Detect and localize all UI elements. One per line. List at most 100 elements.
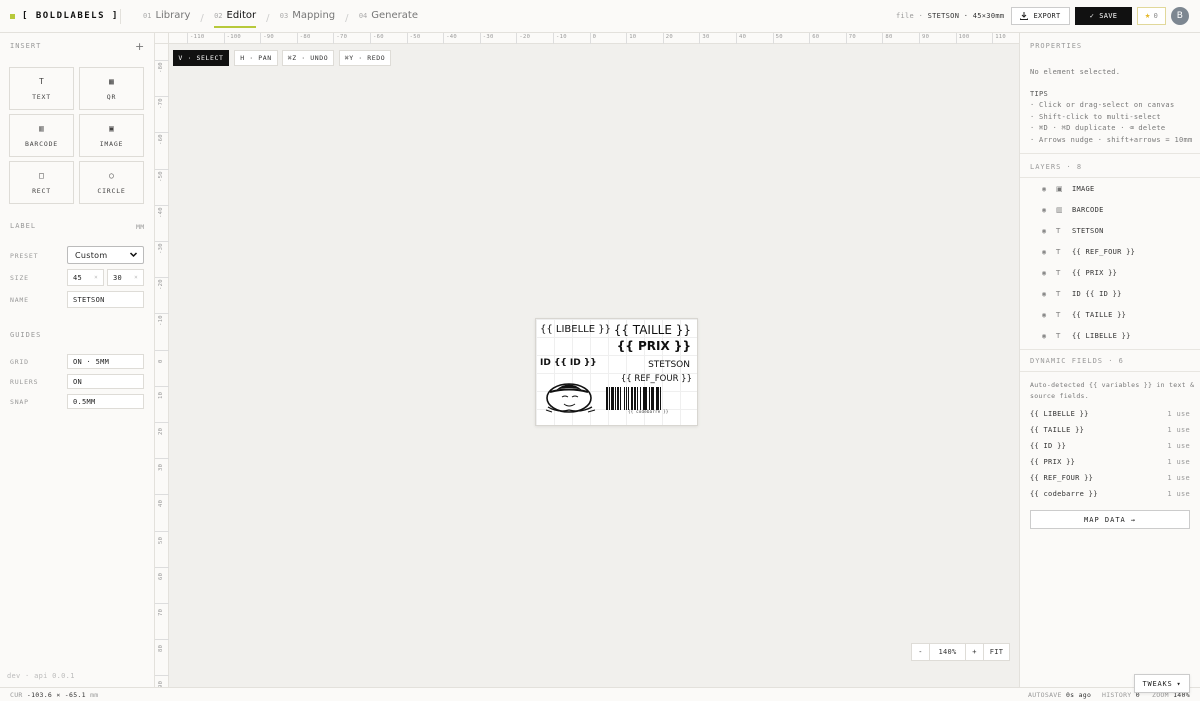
ruler-tick: -110 [187, 33, 204, 44]
star-button[interactable]: ★ 0 [1137, 7, 1166, 25]
tab-editor[interactable]: 02 Editor [214, 10, 257, 28]
text-icon: T [38, 76, 45, 86]
stetson-text[interactable]: STETSON [648, 360, 690, 370]
preset-select[interactable]: Custom [67, 246, 144, 264]
step-tabs: 01 Library / 02 Editor / 03 Mapping / 04 Gen… [143, 10, 418, 28]
zoom-fit-button[interactable]: FIT [984, 644, 1009, 660]
size-label: SIZE [10, 274, 29, 282]
plus-icon[interactable]: + [135, 40, 145, 53]
layer-item[interactable]: ◉ T {{ LIBELLE }} [1042, 329, 1192, 343]
zoom-level[interactable]: 140% [930, 644, 966, 660]
eye-icon[interactable]: ◉ [1042, 269, 1052, 277]
barcode-icon: ▥ [1056, 206, 1063, 214]
dynamic-fields-description: source fields. [1030, 392, 1089, 400]
arrow-right-icon: → [1130, 515, 1136, 524]
layer-item[interactable]: ◉ T {{ TAILLE }} [1042, 308, 1192, 322]
barcode-graphic[interactable] [606, 387, 692, 410]
id-text[interactable]: ID {{ ID }} [540, 358, 597, 368]
eye-icon[interactable]: ◉ [1042, 185, 1052, 193]
redo-button[interactable]: ⌘Y · REDO [339, 50, 391, 66]
tab-label: Library [155, 10, 191, 21]
map-data-button[interactable]: MAP DATA → [1030, 510, 1190, 529]
ref-four-text[interactable]: {{ REF_FOUR }} [621, 374, 692, 384]
pan-tool-button[interactable]: H · PAN [234, 50, 278, 66]
ruler-tick-label: 80 [158, 644, 164, 653]
ruler-tick: 20 [155, 422, 169, 435]
layer-item[interactable]: ◉ ▣ IMAGE [1042, 182, 1192, 196]
text-icon: T [1056, 227, 1061, 235]
tab-library[interactable]: 01 Library [143, 10, 190, 26]
select-tool-button[interactable]: V · SELECT [173, 50, 229, 66]
eye-icon[interactable]: ◉ [1042, 332, 1052, 340]
status-bar: CUR -103.6 × -65.1 mm AUTOSAVE 0s ago HI… [0, 687, 1200, 701]
ruler-tick: -50 [155, 168, 169, 182]
field-row[interactable]: {{ REF_FOUR }} 1 use [1030, 474, 1190, 482]
layer-name: {{ PRIX }} [1072, 269, 1118, 277]
layer-item[interactable]: ◉ T ID {{ ID }} [1042, 287, 1192, 301]
multiply-icon: × [94, 274, 98, 281]
ruler-tick-label: 50 [158, 536, 164, 544]
insert-circle-button[interactable]: ○ CIRCLE [79, 161, 144, 204]
ruler-tick-label: 20 [158, 427, 164, 435]
eye-icon[interactable]: ◉ [1042, 206, 1052, 214]
eye-icon[interactable]: ◉ [1042, 227, 1052, 235]
height-input[interactable]: 30 × [107, 269, 144, 286]
label-preview[interactable]: {{ LIBELLE }} {{ TAILLE }} {{ PRIX }} ID… [535, 318, 698, 426]
insert-image-button[interactable]: ▣ IMAGE [79, 114, 144, 157]
tab-label: Generate [371, 10, 418, 21]
snap-input[interactable]: 0.5MM [67, 394, 144, 409]
insert-qr-button[interactable]: ▦ QR [79, 67, 144, 110]
field-row[interactable]: {{ ID }} 1 use [1030, 442, 1190, 450]
libelle-text[interactable]: {{ LIBELLE }} [540, 324, 611, 335]
save-button[interactable]: ✓ SAVE [1075, 7, 1132, 25]
insert-rect-button[interactable]: □ RECT [9, 161, 74, 204]
export-button[interactable]: EXPORT [1011, 7, 1070, 25]
prix-text[interactable]: {{ PRIX }} [617, 339, 691, 353]
grid-input[interactable]: ON · 5MM [67, 354, 144, 369]
width-value: 45 [73, 273, 83, 282]
name-input[interactable]: STETSON [67, 291, 144, 308]
avatar[interactable]: B [1171, 7, 1189, 25]
insert-barcode-button[interactable]: ▥ BARCODE [9, 114, 74, 157]
tab-mapping[interactable]: 03 Mapping [280, 10, 335, 26]
rulers-input[interactable]: ON [67, 374, 144, 389]
autosave-value: 0s ago [1065, 691, 1092, 699]
layer-name: BARCODE [1072, 206, 1104, 214]
eye-icon[interactable]: ◉ [1042, 248, 1052, 256]
eye-icon[interactable]: ◉ [1042, 290, 1052, 298]
hat-figure-image[interactable] [544, 377, 598, 415]
width-input[interactable]: 45 × [67, 269, 104, 286]
eye-icon[interactable]: ◉ [1042, 311, 1052, 319]
layer-name: STETSON [1072, 227, 1104, 235]
ruler-tick: 30 [155, 458, 169, 471]
tab-number: 03 [279, 12, 289, 20]
layer-item[interactable]: ◉ T {{ REF_FOUR }} [1042, 245, 1192, 259]
insert-text-button[interactable]: T TEXT [9, 67, 74, 110]
name-value: STETSON [73, 295, 105, 304]
field-row[interactable]: {{ LIBELLE }} 1 use [1030, 410, 1190, 418]
ruler-tick-label: 10 [158, 391, 164, 399]
tab-generate[interactable]: 04 Generate [359, 10, 418, 26]
layer-item[interactable]: ◉ T {{ PRIX }} [1042, 266, 1192, 280]
ruler-tick: 0 [155, 349, 169, 363]
barcode-caption: {{ codebarre }} [628, 409, 669, 414]
brand[interactable]: [ BOLDLABELS ] [10, 11, 119, 21]
field-row[interactable]: {{ TAILLE }} 1 use [1030, 426, 1190, 434]
layer-item[interactable]: ◉ ▥ BARCODE [1042, 203, 1192, 217]
divider [1020, 371, 1200, 372]
tweaks-button[interactable]: TWEAKS ▾ [1134, 674, 1190, 693]
ruler-tick: -20 [155, 277, 169, 290]
zoom-out-button[interactable]: - [912, 644, 930, 660]
undo-button[interactable]: ⌘Z · UNDO [282, 50, 334, 66]
ruler-tick: 80 [882, 33, 892, 44]
field-row[interactable]: {{ codebarre }} 1 use [1030, 490, 1190, 498]
height-value: 30 [113, 273, 123, 282]
layer-name: IMAGE [1072, 185, 1095, 193]
canvas-area[interactable]: -110 -100 -90 -80 -70 -60 -50 -40 -30 -20 -10 0 10 20… [155, 33, 1019, 688]
tab-number: 01 [143, 12, 152, 20]
field-row[interactable]: {{ PRIX }} 1 use [1030, 458, 1190, 466]
layer-item[interactable]: ◉ T STETSON [1042, 224, 1192, 238]
taille-text[interactable]: {{ TAILLE }} [614, 323, 691, 337]
zoom-in-button[interactable]: + [966, 644, 984, 660]
ruler-tick-label: 0 [158, 358, 164, 363]
